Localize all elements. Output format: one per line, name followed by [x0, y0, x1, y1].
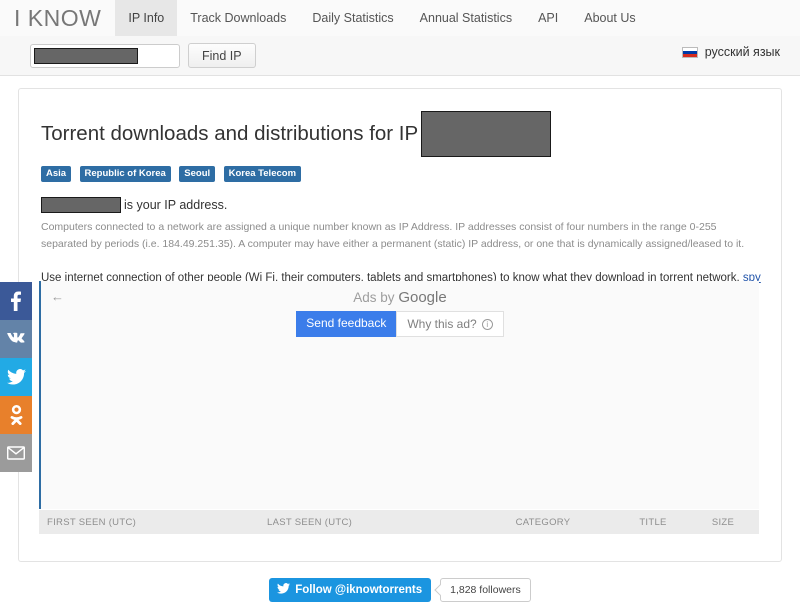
email-share-icon[interactable] — [0, 434, 32, 472]
search-bar: Find IP русский язык — [0, 36, 800, 75]
your-ip-line: is your IP address. — [41, 197, 761, 213]
nav-item-about-us[interactable]: About Us — [571, 0, 648, 36]
downloads-table-header: FIRST SEEN (UTC) LAST SEEN (UTC) CATEGOR… — [39, 510, 759, 534]
ip-search-input[interactable] — [30, 43, 180, 68]
twitter-share-icon[interactable] — [0, 358, 32, 396]
nav-item-ip-info[interactable]: IP Info — [115, 0, 178, 36]
nav-item-annual-statistics[interactable]: Annual Statistics — [407, 0, 525, 36]
twitter-bird-icon — [277, 583, 291, 597]
google-wordmark: Google — [398, 289, 447, 306]
language-switcher[interactable]: русский язык — [681, 45, 780, 59]
column-title[interactable]: TITLE — [609, 517, 689, 528]
ip-description: Computers connected to a network are ass… — [41, 221, 745, 251]
your-ip-suffix: is your IP address. — [124, 198, 228, 212]
ads-by-text: Ads by — [353, 290, 395, 305]
redacted-ip-title — [421, 111, 552, 157]
site-header: I KNOW IP Info Track Downloads Daily Sta… — [0, 0, 800, 76]
russia-flag-icon — [681, 46, 698, 58]
badge-region[interactable]: Asia — [41, 165, 72, 182]
column-size[interactable]: SIZE — [689, 517, 749, 528]
card-content: Torrent downloads and distributions for … — [19, 89, 781, 534]
badge-city[interactable]: Seoul — [179, 165, 216, 182]
social-share-rail — [0, 282, 32, 472]
column-category[interactable]: CATEGORY — [469, 517, 609, 528]
redacted-ip-value — [34, 47, 138, 64]
site-logo[interactable]: I KNOW — [0, 0, 115, 36]
badge-country[interactable]: Republic of Korea — [79, 165, 171, 182]
badge-isp[interactable]: Korea Telecom — [223, 165, 302, 182]
info-icon: i — [481, 318, 493, 330]
redacted-your-ip — [41, 197, 121, 213]
nav-item-api[interactable]: API — [525, 0, 571, 36]
why-this-ad-label: Why this ad? — [407, 317, 477, 331]
column-last-seen[interactable]: LAST SEEN (UTC) — [259, 517, 469, 528]
language-label: русский язык — [704, 45, 780, 59]
ad-action-buttons: Send feedback Why this ad? i — [41, 311, 759, 337]
twitter-follow-label: Follow @iknowtorrents — [295, 584, 423, 596]
ads-by-google-label: Ads by Google — [41, 289, 759, 306]
location-badges: Asia Republic of Korea Seoul Korea Telec… — [41, 165, 761, 183]
site-footer: Follow @iknowtorrents 1,828 followers — [0, 578, 800, 602]
nav-item-track-downloads[interactable]: Track Downloads — [177, 0, 299, 36]
vk-share-icon[interactable] — [0, 320, 32, 358]
nav-item-daily-statistics[interactable]: Daily Statistics — [299, 0, 406, 36]
page-title: Torrent downloads and distributions for … — [41, 111, 761, 157]
google-ad-container: ← Ads by Google Send feedback Why this a… — [39, 281, 759, 509]
page-title-text: Torrent downloads and distributions for … — [41, 121, 419, 145]
twitter-follow-button[interactable]: Follow @iknowtorrents — [269, 578, 432, 602]
content-card: Torrent downloads and distributions for … — [18, 88, 782, 562]
main-navigation: I KNOW IP Info Track Downloads Daily Sta… — [0, 0, 800, 36]
find-ip-button[interactable]: Find IP — [188, 43, 256, 68]
odnoklassniki-share-icon[interactable] — [0, 396, 32, 434]
send-feedback-button[interactable]: Send feedback — [296, 311, 397, 337]
facebook-share-icon[interactable] — [0, 282, 32, 320]
column-first-seen[interactable]: FIRST SEEN (UTC) — [39, 517, 259, 528]
twitter-followers-count[interactable]: 1,828 followers — [440, 578, 531, 602]
why-this-ad-button[interactable]: Why this ad? i — [396, 311, 504, 337]
